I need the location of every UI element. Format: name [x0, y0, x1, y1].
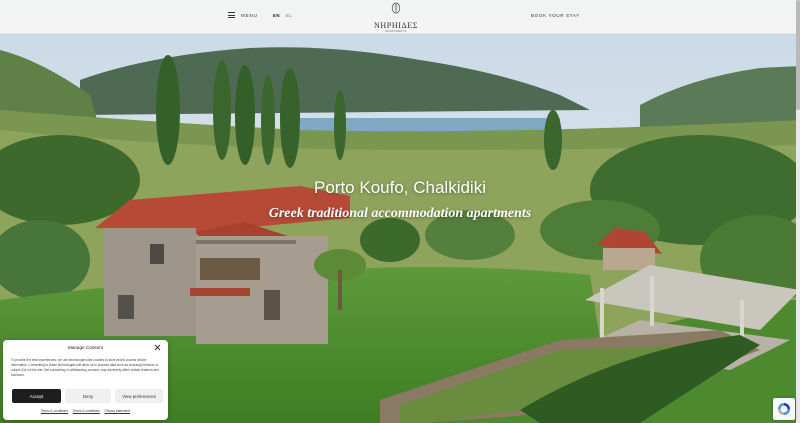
- deny-button[interactable]: Deny: [65, 389, 111, 403]
- close-icon[interactable]: [154, 344, 161, 351]
- language-en-link[interactable]: EN: [273, 13, 280, 18]
- site-header: MENU EN EL ΝΗΡΗΙΔΕΣ APARTMENTS BOOK YOUR…: [0, 0, 800, 34]
- logo-subtitle: APARTMENTS: [385, 30, 407, 33]
- recaptcha-badge[interactable]: [773, 398, 795, 420]
- consent-title: Manage Consent: [68, 345, 103, 350]
- logo-name: ΝΗΡΗΙΔΕΣ: [374, 21, 418, 30]
- privacy-statement-link[interactable]: Privacy statement: [105, 409, 130, 413]
- menu-label: MENU: [241, 12, 258, 18]
- accept-button[interactable]: Accept: [12, 389, 61, 403]
- view-preferences-button[interactable]: View preferences: [115, 389, 163, 403]
- cookie-consent-dialog: Manage Consent To provide the best exper…: [3, 340, 168, 420]
- scrollbar-thumb[interactable]: [796, 0, 800, 110]
- terms-link-2[interactable]: Terms & conditions: [73, 409, 100, 413]
- recaptcha-icon: [778, 403, 790, 415]
- consent-text: To provide the best experiences, we use …: [11, 358, 159, 377]
- logo-emblem-icon: [391, 2, 401, 14]
- hero-title: Porto Koufo, Chalkidiki: [314, 178, 486, 197]
- language-el-link[interactable]: EL: [286, 13, 292, 18]
- consent-links: Terms & conditions Terms & conditions Pr…: [3, 409, 168, 413]
- hamburger-icon: [228, 12, 235, 18]
- book-your-stay-link[interactable]: BOOK YOUR STAY: [531, 13, 580, 18]
- page-scrollbar[interactable]: [796, 0, 800, 423]
- hero-subtitle: Greek traditional accommodation apartmen…: [268, 206, 532, 221]
- terms-link[interactable]: Terms & conditions: [41, 409, 68, 413]
- site-logo[interactable]: ΝΗΡΗΙΔΕΣ APARTMENTS: [368, 2, 424, 33]
- menu-button[interactable]: MENU: [228, 12, 258, 18]
